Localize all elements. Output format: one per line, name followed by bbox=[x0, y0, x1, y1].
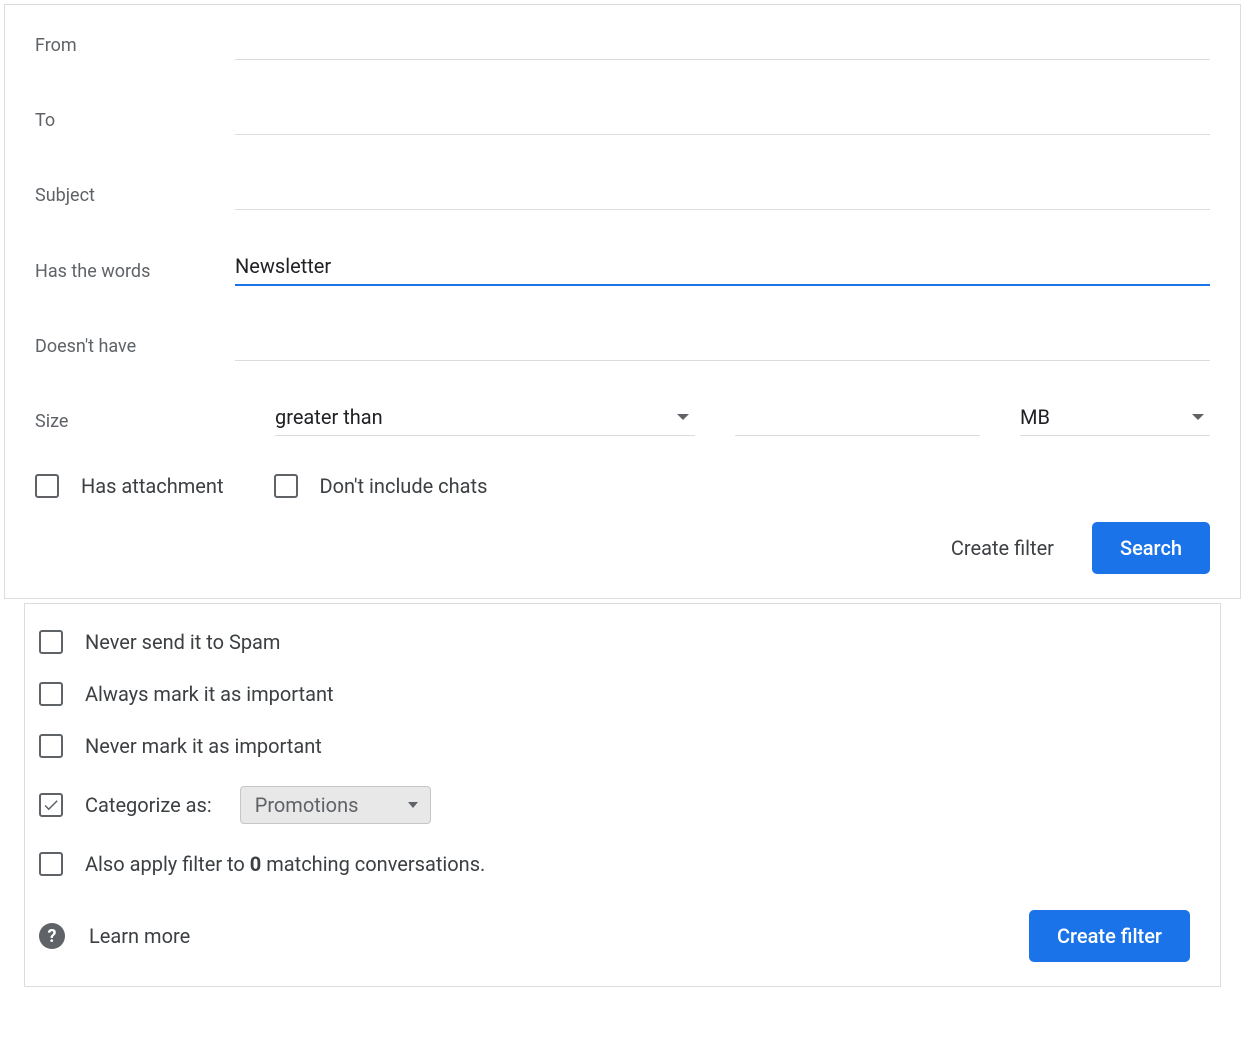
size-comparator-select[interactable]: greater than bbox=[275, 401, 695, 436]
has-words-input[interactable] bbox=[235, 250, 1210, 286]
criteria-checkbox-row: Has attachment Don't include chats bbox=[35, 474, 1210, 498]
action-label: Never send it to Spam bbox=[85, 630, 280, 654]
checkbox-icon bbox=[274, 474, 298, 498]
has-words-row: Has the words bbox=[35, 250, 1210, 286]
from-input[interactable] bbox=[235, 25, 1210, 60]
to-row: To bbox=[35, 100, 1210, 135]
from-row: From bbox=[35, 25, 1210, 60]
checkbox-icon bbox=[39, 852, 63, 876]
categorize-selected-value: Promotions bbox=[255, 793, 359, 817]
checkbox-icon bbox=[39, 793, 63, 817]
checkbox-icon bbox=[35, 474, 59, 498]
doesnt-have-label: Doesn't have bbox=[35, 336, 235, 361]
checkbox-icon bbox=[39, 682, 63, 706]
doesnt-have-input[interactable] bbox=[235, 326, 1210, 361]
create-filter-link[interactable]: Create filter bbox=[943, 526, 1062, 570]
action-label: Never mark it as important bbox=[85, 734, 322, 758]
action-never-spam[interactable]: Never send it to Spam bbox=[39, 616, 1190, 668]
doesnt-have-row: Doesn't have bbox=[35, 326, 1210, 361]
also-apply-text: Also apply filter to 0 matching conversa… bbox=[85, 852, 485, 876]
checkbox-icon bbox=[39, 630, 63, 654]
categorize-label: Categorize as: bbox=[85, 793, 212, 817]
footer-left: ? Learn more bbox=[39, 923, 190, 949]
size-row: Size greater than MB bbox=[35, 401, 1210, 436]
categorize-select[interactable]: Promotions bbox=[240, 786, 432, 824]
caret-down-icon bbox=[1192, 414, 1204, 420]
filter-criteria-panel: From To Subject Has the words Doesn't ha… bbox=[4, 4, 1241, 599]
also-apply-prefix: Also apply filter to bbox=[85, 852, 245, 876]
size-unit-value: MB bbox=[1020, 405, 1050, 429]
action-always-important[interactable]: Always mark it as important bbox=[39, 668, 1190, 720]
size-comparator-value: greater than bbox=[275, 405, 383, 429]
to-label: To bbox=[35, 110, 235, 135]
dont-include-chats-label: Don't include chats bbox=[320, 474, 488, 498]
matching-count: 0 bbox=[250, 852, 261, 876]
action-never-important[interactable]: Never mark it as important bbox=[39, 720, 1190, 772]
has-words-label: Has the words bbox=[35, 261, 235, 286]
also-apply-suffix: matching conversations. bbox=[266, 852, 485, 876]
checkbox-icon bbox=[39, 734, 63, 758]
size-value-input[interactable] bbox=[735, 401, 980, 436]
subject-label: Subject bbox=[35, 185, 235, 210]
actions-footer: ? Learn more Create filter bbox=[39, 910, 1190, 962]
to-input[interactable] bbox=[235, 100, 1210, 135]
has-attachment-label: Has attachment bbox=[81, 474, 224, 498]
dont-include-chats-checkbox-item[interactable]: Don't include chats bbox=[274, 474, 488, 498]
from-label: From bbox=[35, 35, 235, 60]
size-unit-select[interactable]: MB bbox=[1020, 401, 1210, 436]
help-icon[interactable]: ? bbox=[39, 923, 65, 949]
create-filter-button[interactable]: Create filter bbox=[1029, 910, 1190, 962]
filter-actions-panel: Never send it to Spam Always mark it as … bbox=[24, 603, 1221, 987]
action-also-apply[interactable]: Also apply filter to 0 matching conversa… bbox=[39, 838, 1190, 890]
size-label: Size bbox=[35, 411, 235, 436]
learn-more-link[interactable]: Learn more bbox=[89, 924, 190, 948]
action-label: Always mark it as important bbox=[85, 682, 334, 706]
has-attachment-checkbox-item[interactable]: Has attachment bbox=[35, 474, 224, 498]
criteria-button-row: Create filter Search bbox=[35, 522, 1210, 574]
caret-down-icon bbox=[408, 802, 418, 808]
action-categorize[interactable]: Categorize as: Promotions bbox=[39, 772, 1190, 838]
search-button[interactable]: Search bbox=[1092, 522, 1210, 574]
subject-input[interactable] bbox=[235, 175, 1210, 210]
caret-down-icon bbox=[677, 414, 689, 420]
subject-row: Subject bbox=[35, 175, 1210, 210]
